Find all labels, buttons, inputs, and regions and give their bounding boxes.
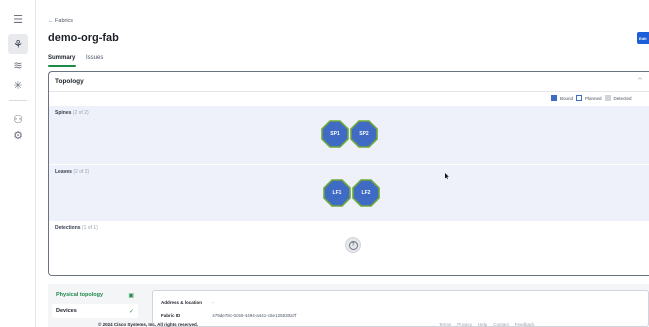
leaf-node-label: LF1 bbox=[332, 190, 342, 196]
copyright-text: © 2024 Cisco Systems, Inc. All rights re… bbox=[98, 322, 198, 327]
leaf-node[interactable]: LF2 bbox=[352, 179, 380, 207]
topology-legend: Bound Planned Detected bbox=[551, 95, 632, 101]
spine-node[interactable]: SP2 bbox=[350, 120, 378, 148]
legend-planned-label: Planned bbox=[585, 95, 602, 101]
layers-icon[interactable]: ≋ bbox=[9, 56, 27, 74]
network-icon[interactable]: ✳ bbox=[9, 76, 27, 94]
left-sidebar: ☰ ⚘ ≋ ✳ ⚇ ⚙ bbox=[0, 0, 36, 327]
detected-device-node[interactable]: ? bbox=[345, 237, 361, 253]
leaf-node[interactable]: LF1 bbox=[323, 179, 351, 207]
fabrics-icon[interactable]: ⚘ bbox=[8, 34, 28, 54]
detected-swatch bbox=[604, 95, 611, 101]
tab-issues[interactable]: Issues bbox=[86, 55, 103, 61]
nav-devices[interactable]: Devices ✓ bbox=[52, 304, 138, 318]
leaves-label: Leaves (2 of 2) bbox=[55, 169, 89, 175]
address-value: - bbox=[212, 300, 214, 305]
detections-band: Detections (1 of 1) ? bbox=[49, 221, 649, 275]
spines-title: Spines bbox=[55, 110, 72, 116]
planned-swatch bbox=[576, 95, 583, 101]
legend-detected-label: Detected bbox=[613, 95, 632, 101]
footer-link-feedback[interactable]: Feedback bbox=[515, 322, 535, 327]
topology-title: Topology bbox=[55, 78, 84, 85]
spine-node[interactable]: SP1 bbox=[321, 120, 349, 148]
leaves-band: Leaves (2 of 2) LF1 LF2 bbox=[49, 164, 649, 221]
leaves-count: (2 of 2) bbox=[73, 169, 90, 175]
menu-icon[interactable]: ☰ bbox=[9, 10, 27, 28]
summary-side-nav: Physical topology ▣ Devices ✓ bbox=[52, 284, 138, 327]
back-to-fabrics-link[interactable]: ← Fabrics bbox=[48, 18, 73, 24]
spine-node-label: SP2 bbox=[359, 131, 369, 137]
edit-button[interactable]: Edit bbox=[637, 32, 649, 44]
topology-header[interactable]: Topology ^ bbox=[49, 72, 649, 92]
nav-physical-topology[interactable]: Physical topology ▣ bbox=[52, 288, 138, 302]
nav-physical-topology-label: Physical topology bbox=[56, 292, 104, 298]
address-key: Address & location bbox=[161, 300, 203, 305]
detections-label: Detections (1 of 1) bbox=[55, 225, 98, 231]
leaf-node-label: LF2 bbox=[361, 190, 371, 196]
question-icon: ? bbox=[348, 240, 358, 250]
mouse-cursor-icon bbox=[445, 173, 449, 179]
fabric-id-row: Fabric ID 479de78c-0c50-4494-a441-c5e125… bbox=[161, 313, 296, 318]
spine-node-label: SP1 bbox=[330, 131, 340, 137]
spines-label: Spines (2 of 2) bbox=[55, 110, 89, 116]
chevron-up-icon[interactable]: ^ bbox=[637, 77, 643, 85]
monitor-icon: ▣ bbox=[128, 291, 134, 299]
detections-title: Detections bbox=[55, 225, 81, 231]
page-title: demo-org-fab bbox=[48, 32, 119, 44]
detections-count: (1 of 1) bbox=[81, 225, 98, 231]
leaves-title: Leaves bbox=[55, 169, 72, 175]
footer-link-help[interactable]: Help bbox=[478, 322, 487, 327]
nav-devices-label: Devices bbox=[56, 308, 77, 314]
tab-summary[interactable]: Summary bbox=[48, 55, 75, 61]
page-footer: © 2024 Cisco Systems, Inc. All rights re… bbox=[36, 322, 649, 327]
spines-count: (2 of 2) bbox=[72, 110, 89, 116]
bottom-panel: Physical topology ▣ Devices ✓ Address & … bbox=[48, 284, 649, 327]
topology-card: Topology ^ Bound Planned Detected Spines… bbox=[48, 71, 649, 276]
legend-bound-label: Bound bbox=[560, 95, 574, 101]
footer-link-privacy[interactable]: Privacy bbox=[457, 322, 472, 327]
footer-links: Terms Privacy Help Contact Feedback bbox=[439, 322, 535, 327]
settings-icon[interactable]: ⚙ bbox=[9, 126, 27, 144]
spines-band: Spines (2 of 2) SP1 SP2 bbox=[49, 106, 649, 164]
footer-link-contact[interactable]: Contact bbox=[493, 322, 509, 327]
active-tab-indicator bbox=[48, 65, 76, 67]
main-content: ← Fabrics demo-org-fab Edit Summary Issu… bbox=[36, 0, 649, 327]
footer-link-terms[interactable]: Terms bbox=[439, 322, 451, 327]
sidebar-divider bbox=[9, 100, 27, 101]
checkmark-icon: ✓ bbox=[128, 307, 134, 315]
address-row: Address & location - bbox=[161, 300, 214, 305]
fabric-id-key: Fabric ID bbox=[161, 313, 181, 318]
bound-swatch bbox=[551, 95, 557, 101]
fabric-id-value: 479de78c-0c50-4494-a441-c5e125530a7f bbox=[212, 313, 297, 318]
